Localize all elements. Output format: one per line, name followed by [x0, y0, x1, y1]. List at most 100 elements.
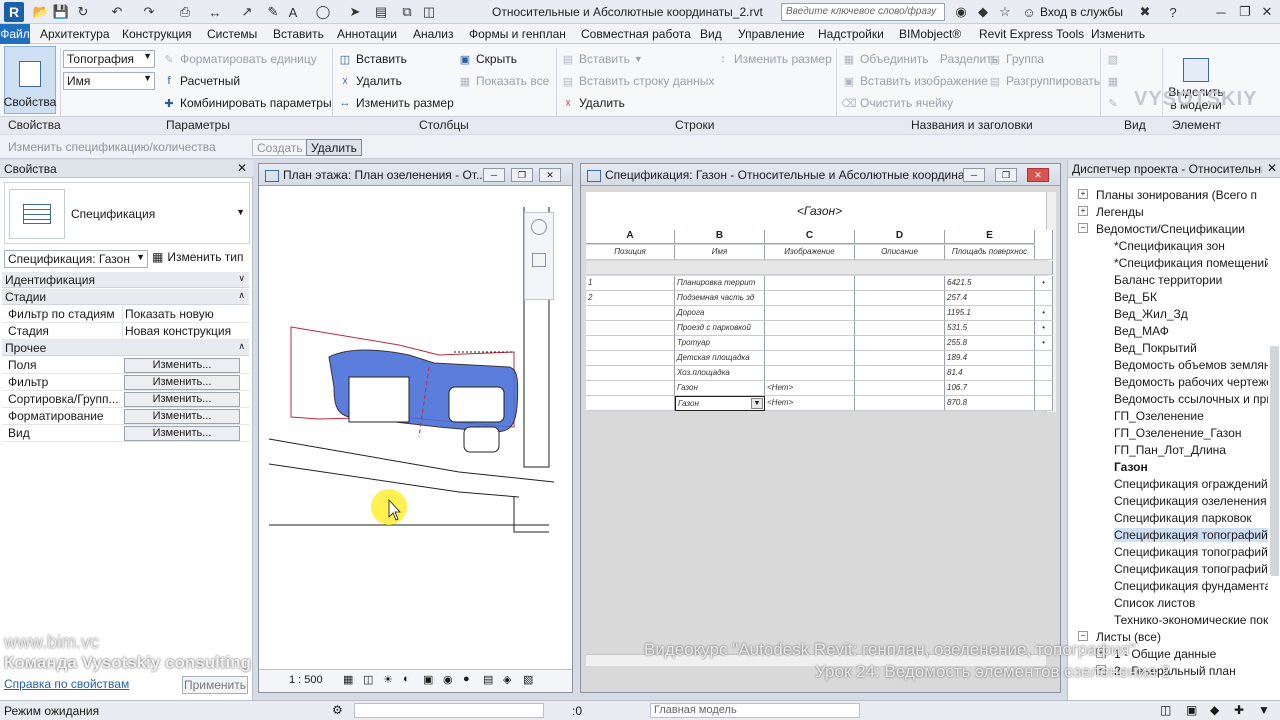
browser-item[interactable]: Спецификация топографий: [1114, 528, 1268, 542]
browser-item[interactable]: Спецификация озеленения: [1114, 494, 1268, 508]
column-header[interactable]: Описание: [855, 245, 945, 260]
navigation-bar[interactable]: [524, 212, 554, 300]
revit-logo-icon[interactable]: R: [4, 2, 24, 22]
table-cell[interactable]: Хоз.площадка: [675, 366, 765, 381]
browser-item[interactable]: Газон: [1114, 460, 1268, 474]
row-marker[interactable]: •: [1035, 306, 1053, 321]
table-cell[interactable]: Проезд с парковкой: [675, 321, 765, 336]
edit-filter-button[interactable]: Изменить...: [124, 375, 240, 390]
save-icon[interactable]: 💾: [52, 3, 70, 21]
table-cell[interactable]: [855, 351, 945, 366]
column-header[interactable]: Площадь поверхнос: [945, 245, 1035, 260]
visual-style-icon[interactable]: ◫: [363, 673, 373, 686]
close-icon[interactable]: ✕: [539, 168, 561, 182]
table-cell[interactable]: 257.4: [945, 291, 1035, 306]
minimize-icon[interactable]: ─: [963, 168, 985, 182]
tab-collaborate[interactable]: Совместная работа: [581, 27, 691, 41]
calculated-button[interactable]: f Расчетный: [162, 72, 240, 90]
ungroup-button[interactable]: ▤ Разгруппировать: [988, 72, 1100, 90]
delete-button[interactable]: Удалить: [306, 139, 362, 156]
table-cell[interactable]: Дорога: [675, 306, 765, 321]
column-header[interactable]: Имя: [675, 245, 765, 260]
browser-item[interactable]: Ведомость ссылочных и при: [1114, 392, 1268, 406]
column-letter-extra[interactable]: [1035, 230, 1053, 260]
instance-selector[interactable]: Спецификация: Газон ▼: [4, 250, 148, 268]
edit-type-button[interactable]: ▦ Изменить тип: [152, 250, 244, 264]
dimension-icon[interactable]: ↗: [238, 3, 256, 21]
table-cell[interactable]: Подземная часть зд: [675, 291, 765, 306]
tab-bimobject[interactable]: BIMobject®: [899, 27, 961, 41]
show-all-button[interactable]: ▦ Показать все: [458, 72, 549, 90]
insert-column-button[interactable]: ◫ Вставить: [338, 50, 407, 68]
column-header[interactable]: Позиция: [586, 245, 675, 260]
close-hidden-icon[interactable]: ⧉: [398, 3, 416, 21]
switch-windows-icon[interactable]: ◫: [420, 3, 438, 21]
tab-architecture[interactable]: Архитектура: [40, 27, 110, 41]
table-cell[interactable]: 255.8: [945, 336, 1035, 351]
table-cell[interactable]: [855, 336, 945, 351]
tab-annotate[interactable]: Аннотации: [337, 27, 397, 41]
expand-icon[interactable]: +: [1078, 206, 1088, 216]
browser-item[interactable]: Вед_МАФ: [1114, 324, 1268, 338]
row-marker[interactable]: [1035, 366, 1053, 381]
table-cell[interactable]: <Нет>: [765, 381, 855, 396]
browser-item[interactable]: ГП_Озеленение: [1114, 409, 1268, 423]
browser-item[interactable]: *Спецификация зон: [1114, 239, 1268, 253]
row-marker[interactable]: •: [1035, 336, 1053, 351]
table-cell[interactable]: 1195.1: [945, 306, 1035, 321]
highlight-displacement-icon[interactable]: ▧: [523, 673, 533, 686]
table-cell[interactable]: [586, 396, 675, 411]
tab-modify[interactable]: Изменить: [1091, 27, 1145, 41]
measure-icon[interactable]: ↔: [206, 3, 224, 21]
clear-cell-button[interactable]: ⌫ Очистить ячейку: [841, 94, 953, 112]
format-unit-button[interactable]: ✎ Форматировать единицу: [162, 50, 316, 68]
zoom-icon[interactable]: [532, 253, 546, 267]
category-stages[interactable]: Стадии ∧: [2, 289, 249, 305]
design-option-combo[interactable]: Главная модель: [650, 703, 860, 718]
help-icon[interactable]: ?: [1164, 3, 1182, 21]
properties-button[interactable]: Свойства: [4, 46, 56, 114]
browser-item[interactable]: Вед_Покрытий: [1114, 341, 1268, 355]
search-input[interactable]: Введите ключевое слово/фразу: [781, 3, 945, 21]
redo-icon[interactable]: ↷: [140, 3, 158, 21]
open-icon[interactable]: 📂: [32, 3, 50, 21]
table-cell[interactable]: [765, 336, 855, 351]
3d-view-icon[interactable]: ◯: [314, 3, 332, 21]
view-shading-button[interactable]: ▧: [1106, 50, 1120, 68]
table-cell[interactable]: [855, 276, 945, 291]
category-other[interactable]: Прочее ∧: [2, 340, 249, 356]
browser-item[interactable]: Спецификация топографий н: [1114, 562, 1268, 576]
delete-column-button[interactable]: ☓ Удалить: [338, 72, 402, 90]
restore-icon[interactable]: ❐: [995, 168, 1017, 182]
resize-column-button[interactable]: ↔ Изменить размер: [338, 94, 454, 112]
type-selector[interactable]: Спецификация ▼: [4, 182, 250, 244]
create-button[interactable]: Создать: [252, 139, 308, 156]
thin-lines-icon[interactable]: ▤: [372, 3, 390, 21]
scrollbar-thumb[interactable]: [1270, 346, 1279, 576]
user-icon[interactable]: ☺: [1020, 3, 1038, 21]
close-icon[interactable]: ✕: [1267, 161, 1277, 175]
table-cell[interactable]: [855, 321, 945, 336]
edit-sorting-button[interactable]: Изменить...: [124, 392, 240, 407]
minimize-icon[interactable]: ─: [483, 168, 505, 182]
print-icon[interactable]: ⎙: [176, 3, 194, 21]
table-cell[interactable]: [855, 396, 945, 411]
sun-path-icon[interactable]: ☀: [383, 673, 393, 686]
view-font-button[interactable]: ✎: [1106, 94, 1120, 112]
hide-column-button[interactable]: ▣ Скрыть: [458, 50, 517, 68]
row-marker[interactable]: •: [1035, 321, 1053, 336]
reveal-hidden-icon[interactable]: ●: [463, 673, 470, 685]
table-cell[interactable]: [586, 336, 675, 351]
drag-elements-icon[interactable]: ✚: [1234, 703, 1244, 717]
apply-button[interactable]: Применить: [182, 676, 248, 694]
delete-row-button[interactable]: ☓ Удалить: [561, 94, 625, 112]
table-cell[interactable]: [855, 306, 945, 321]
group-button[interactable]: ▤ Группа: [988, 50, 1044, 68]
browser-item[interactable]: ГП_Пан_Лот_Длина: [1114, 443, 1268, 457]
edit-formatting-button[interactable]: Изменить...: [124, 409, 240, 424]
property-row[interactable]: Стадия Новая конструкция: [2, 323, 249, 340]
minimize-icon[interactable]: ─: [1210, 2, 1232, 22]
table-cell[interactable]: [765, 306, 855, 321]
close-icon[interactable]: ✕: [1027, 168, 1049, 182]
view-borders-button[interactable]: ▦: [1106, 72, 1120, 90]
